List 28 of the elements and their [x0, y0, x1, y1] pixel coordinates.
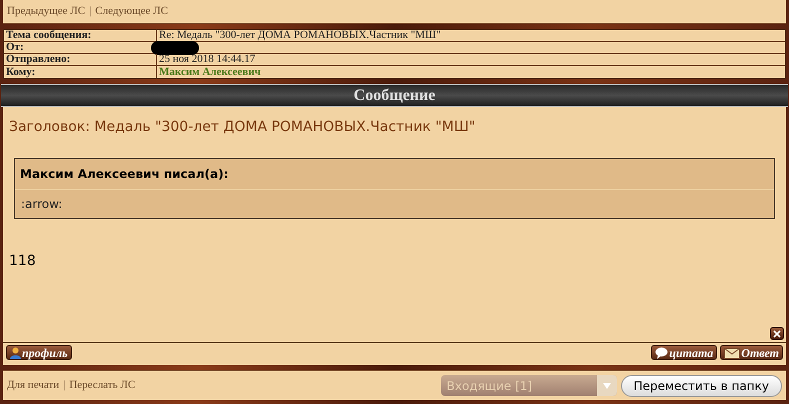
nav-link[interactable]: Предыдущее ЛС	[7, 3, 86, 20]
field-label: Кому:	[6, 66, 36, 78]
user-link[interactable]: Максим Алексеевич	[159, 66, 261, 78]
section-title: Сообщение	[354, 86, 436, 106]
quote-text: :arrow:	[20, 196, 64, 213]
field-value: Re: Медаль "300-лет ДОМА РОМАНОВЫХ.Частник "МШ"	[159, 30, 441, 41]
nav-link[interactable]: Для печати	[7, 377, 60, 394]
field-label: От:	[6, 42, 24, 53]
caret-icon	[602, 382, 611, 388]
envelope-icon	[724, 346, 740, 358]
close-icon[interactable]	[770, 327, 784, 340]
link-separator: |	[63, 378, 66, 394]
reply-button[interactable]: Ответ	[720, 345, 783, 360]
profile-button[interactable]: профиль	[6, 345, 72, 360]
link-separator: |	[89, 4, 92, 20]
message-body: 118	[9, 252, 37, 271]
nav-link[interactable]: Следующее ЛС	[95, 3, 168, 20]
field-label: Отправлено:	[6, 54, 70, 65]
quote-button[interactable]: цитата	[651, 345, 718, 360]
redaction-mark	[151, 41, 199, 55]
nav-link[interactable]: Переслать ЛС	[69, 377, 136, 394]
move-button[interactable]: Переместить в папку	[620, 374, 782, 396]
field-label: Тема сообщения:	[6, 30, 92, 41]
person-icon	[10, 346, 21, 358]
message-subject: Заголовок: Медаль "300-лет ДОМА РОМАНОВЫХ.Частник "МШ"	[9, 118, 476, 137]
quote-author: Максим Алексеевич писал(а):	[15, 159, 774, 190]
speech-bubble-icon	[655, 346, 668, 358]
field-value: 25 ноя 2018 14:44.17	[159, 54, 256, 65]
